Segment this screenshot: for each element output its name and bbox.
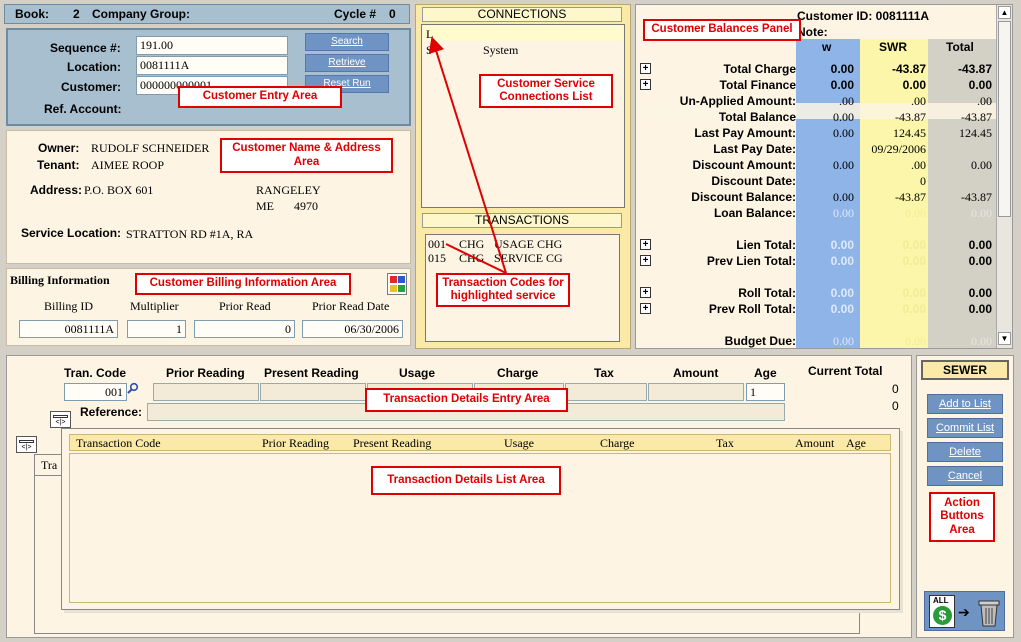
annotation-arrows (428, 36, 507, 274)
